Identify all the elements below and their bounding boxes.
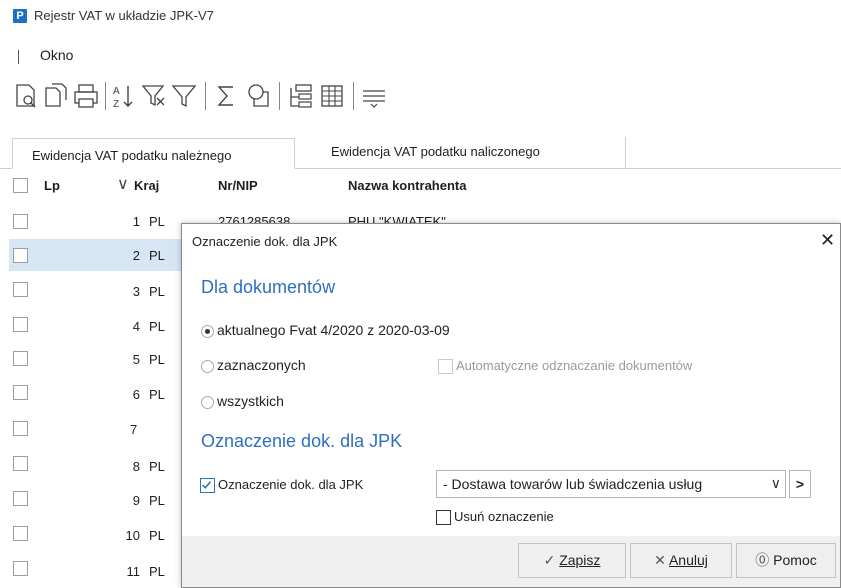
svg-text:Z: Z [113, 99, 119, 110]
row-lp: 4 [132, 319, 140, 334]
section-heading-documents: Dla dokumentów [201, 277, 336, 297]
radio-all-label[interactable]: wszystkich [217, 393, 284, 409]
column-header-lp[interactable]: Lp [44, 178, 60, 193]
row-lp: 5 [132, 352, 140, 367]
column-header-name[interactable]: Nazwa kontrahenta [348, 178, 466, 193]
more-icon[interactable] [360, 80, 388, 112]
row-checkbox[interactable] [13, 248, 28, 263]
row-checkbox[interactable] [13, 385, 28, 400]
radio-current-document[interactable] [201, 325, 214, 338]
row-checkbox[interactable] [13, 421, 28, 436]
row-kraj: PL [149, 352, 165, 367]
cancel-button[interactable]: ✕ Anuluj [630, 543, 732, 578]
grid-icon[interactable] [318, 80, 346, 112]
check-icon [202, 481, 212, 489]
chevron-right-icon[interactable]: > [789, 470, 811, 498]
toolbar-separator [105, 82, 106, 110]
check-icon: ✓ [543, 552, 560, 568]
tab-label: Ewidencja VAT podatku należnego [32, 148, 232, 163]
help-label: Pomoc [773, 552, 817, 568]
row-lp: 7 [130, 422, 138, 437]
dialog-footer: ✓ Zapisz ✕ Anuluj ⓪ Pomoc [182, 536, 840, 587]
radio-current-label[interactable]: aktualnego Fvat 4/2020 z 2020-03-09 [217, 322, 450, 338]
row-lp: 8 [132, 459, 140, 474]
toolbar-separator [205, 82, 206, 110]
window-title: Rejestr VAT w układzie JPK-V7 [34, 8, 214, 23]
column-header-kraj[interactable]: Kraj [134, 178, 159, 193]
filter-clear-icon[interactable] [140, 80, 168, 112]
row-kraj: PL [149, 214, 165, 229]
help-button[interactable]: ⓪ Pomoc [736, 543, 836, 578]
toolbar-separator [353, 82, 354, 110]
row-lp: 3 [132, 284, 140, 299]
row-checkbox[interactable] [13, 491, 28, 506]
table-row[interactable]: 2 PL [9, 239, 181, 271]
select-all-checkbox[interactable] [13, 178, 28, 193]
chevron-down-icon[interactable]: ∨ [771, 475, 781, 492]
section-heading-jpk: Oznaczenie dok. dla JPK [201, 431, 403, 451]
print-icon[interactable] [72, 80, 100, 112]
row-checkbox[interactable] [13, 456, 28, 471]
jpk-code-value: - Dostawa towarów lub świadczenia usług [443, 476, 703, 492]
remove-mark-label[interactable]: Usuń oznaczenie [454, 509, 554, 524]
sum-icon[interactable] [212, 80, 240, 112]
mark-jpk-checkbox[interactable] [200, 478, 215, 493]
row-kraj: PL [149, 284, 165, 299]
mark-jpk-label[interactable]: Oznaczenie dok. dla JPK [218, 477, 363, 492]
radio-selected-documents[interactable] [201, 360, 214, 373]
preview-icon[interactable] [12, 80, 40, 112]
save-button[interactable]: ✓ Zapisz [518, 543, 626, 578]
save-label: Zapisz [559, 552, 601, 568]
close-icon: ✕ [654, 552, 669, 568]
svg-text:A: A [113, 86, 120, 97]
column-header-nip[interactable]: Nr/NIP [218, 178, 258, 193]
row-lp: 1 [132, 214, 140, 229]
app-logo: P [13, 9, 27, 23]
row-checkbox[interactable] [13, 282, 28, 297]
row-checkbox[interactable] [13, 561, 28, 576]
jpk-code-select[interactable]: - Dostawa towarów lub świadczenia usług … [436, 470, 786, 498]
row-lp: 6 [132, 387, 140, 402]
row-kraj: PL [149, 528, 165, 543]
auto-unmark-label: Automatyczne odznaczanie dokumentów [456, 358, 693, 373]
help-icon: ⓪ [755, 552, 774, 568]
row-lp: 10 [125, 528, 140, 543]
tab-vat-nalezny[interactable]: Ewidencja VAT podatku należnego [12, 138, 295, 169]
column-settings-icon[interactable] [244, 80, 272, 112]
row-checkbox[interactable] [13, 317, 28, 332]
row-checkbox[interactable] [13, 526, 28, 541]
row-lp: 9 [132, 493, 140, 508]
row-checkbox[interactable] [13, 214, 28, 229]
filter-icon[interactable] [170, 80, 198, 112]
row-kraj: PL [149, 248, 165, 263]
row-kraj: PL [149, 459, 165, 474]
auto-unmark-checkbox [438, 359, 453, 374]
dialog-title: Oznaczenie dok. dla JPK [192, 234, 338, 249]
close-icon[interactable]: ✕ [820, 230, 835, 251]
jpk-marking-dialog: Oznaczenie dok. dla JPK ✕ Dla dokumentów… [181, 223, 841, 588]
row-kraj: PL [149, 387, 165, 402]
row-lp: 11 [126, 564, 141, 579]
group-icon[interactable] [286, 80, 314, 112]
row-lp: 2 [132, 248, 140, 263]
row-kraj: PL [149, 493, 165, 508]
title-bar: P Rejestr VAT w układzie JPK-V7 [0, 0, 841, 34]
menu-separator [18, 50, 19, 64]
chevron-down-icon[interactable]: ∨ [117, 174, 129, 194]
export-icon[interactable] [42, 80, 70, 112]
radio-selected-label[interactable]: zaznaczonych [217, 357, 306, 373]
remove-mark-checkbox[interactable] [436, 510, 451, 525]
tab-label: Ewidencja VAT podatku naliczonego [331, 144, 540, 159]
menu-item-okno[interactable]: Okno [40, 47, 73, 63]
cancel-label: Anuluj [668, 552, 708, 568]
toolbar: AZ [12, 80, 552, 116]
row-checkbox[interactable] [13, 351, 28, 366]
row-kraj: PL [149, 564, 165, 579]
toolbar-separator [279, 82, 280, 110]
tab-vat-naliczony[interactable]: Ewidencja VAT podatku naliczonego [296, 137, 626, 168]
row-kraj: PL [149, 319, 165, 334]
sort-icon[interactable]: AZ [110, 80, 138, 112]
radio-all-documents[interactable] [201, 396, 214, 409]
